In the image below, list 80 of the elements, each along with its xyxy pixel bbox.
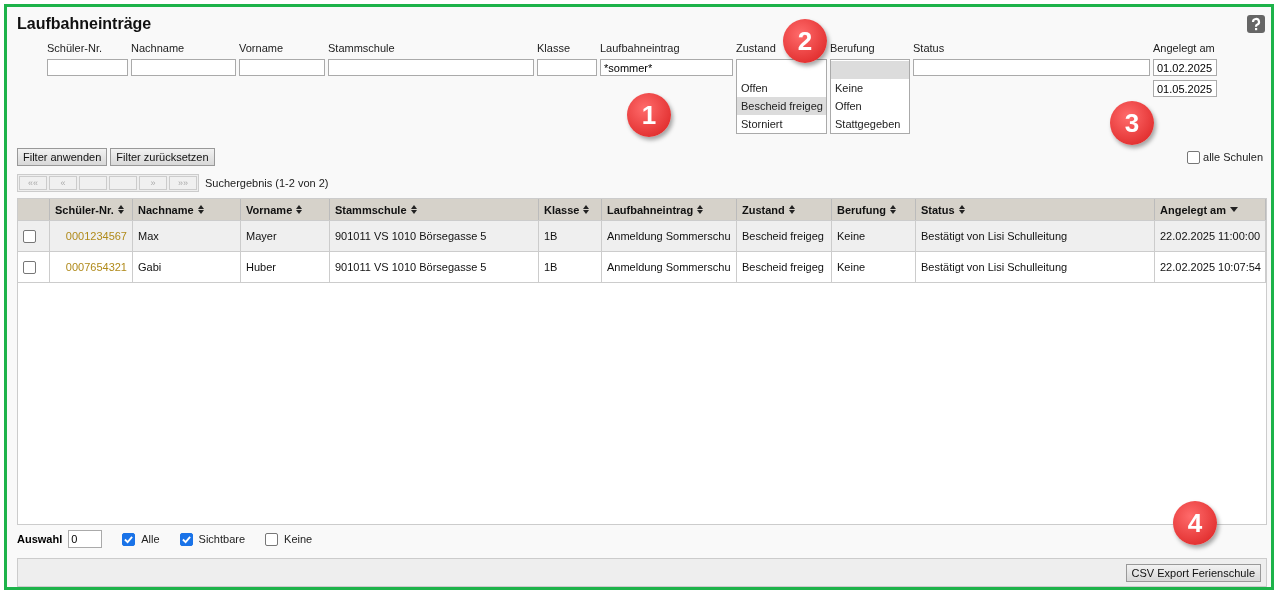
checkbox[interactable] <box>1187 150 1201 164</box>
checkbox-label: Sichtbare <box>198 533 246 546</box>
filter-input[interactable] <box>47 59 128 77</box>
filter-input[interactable] <box>913 59 1150 77</box>
column-header[interactable]: Laufbahneintrag <box>602 199 737 221</box>
table-cell: Mayer <box>241 221 330 252</box>
export-button[interactable]: CSV Export Ferienschule <box>1125 563 1261 582</box>
table-cell: 22.02.2025 10:07:54 <box>1155 252 1266 283</box>
date-input[interactable]: 01.05.2025 <box>1153 80 1217 98</box>
column-header[interactable]: Zustand <box>737 199 832 221</box>
filter-button[interactable]: Filter anwenden <box>17 148 108 167</box>
row-checkbox[interactable] <box>23 260 36 274</box>
checkbox[interactable] <box>122 532 136 546</box>
filter-label: Status <box>913 42 945 56</box>
table-cell: Bescheid freigeg <box>737 252 832 283</box>
table-cell: Anmeldung Sommerschu <box>602 221 737 252</box>
table-row[interactable]: 0001234567 Max Mayer 901011 VS 1010 Börsegasse 5 1B Anmeldung Sommerschu Bescheid freigeg Keine Bestätigt von Lisi Schulleitung 22.02.2025 11:00:00 <box>18 221 1266 253</box>
column-header[interactable]: Vorname <box>241 199 330 221</box>
table-cell: Bescheid freigeg <box>737 221 832 252</box>
annotation-badge: 4 <box>1173 501 1217 545</box>
column-header[interactable]: Schüler-Nr. <box>50 199 133 221</box>
column-header[interactable]: Nachname <box>133 199 241 221</box>
table-cell: Bestätigt von Lisi Schulleitung <box>916 252 1155 283</box>
filter-label: Klasse <box>537 42 571 56</box>
filter-label: Angelegt am <box>1153 42 1215 56</box>
filter-label: Laufbahneintrag <box>600 42 680 56</box>
help-icon[interactable] <box>1247 15 1265 33</box>
list-option[interactable]: Keine <box>831 79 909 98</box>
filter-label: Schüler-Nr. <box>47 42 103 56</box>
table-cell: 901011 VS 1010 Börsegasse 5 <box>330 252 539 283</box>
checkbox-label: Alle <box>141 533 160 546</box>
filter-label: Stammschule <box>328 42 395 56</box>
column-header[interactable]: Stammschule <box>330 199 539 221</box>
filter-label: Vorname <box>239 42 284 56</box>
checkbox[interactable] <box>179 532 193 546</box>
table-cell: Gabi <box>133 252 241 283</box>
table-cell: Max <box>133 221 241 252</box>
list-option[interactable]: Bescheid freigeg <box>737 97 826 116</box>
table-cell: Huber <box>241 252 330 283</box>
table-cell: 22.02.2025 11:00:00 <box>1155 221 1266 252</box>
checkbox-label: Keine <box>284 533 313 546</box>
filter-listbox[interactable]: Offen Bescheid freigeg Storniert <box>736 59 827 135</box>
result-count: Suchergebnis (1-2 von 2) <box>205 177 329 190</box>
selection-label: Auswahl <box>17 533 63 546</box>
filter-input[interactable] <box>131 59 236 77</box>
column-header[interactable]: Angelegt am <box>1155 199 1266 221</box>
filter-listbox[interactable]: Keine Offen Stattgegeben <box>830 59 910 135</box>
page-title: Laufbahneinträge <box>17 14 152 34</box>
selection-count-input[interactable]: 0 <box>68 530 103 549</box>
date-input[interactable]: 01.02.2025 <box>1153 59 1217 77</box>
filter-button[interactable]: Filter zurücksetzen <box>110 148 215 167</box>
table-cell: Bestätigt von Lisi Schulleitung <box>916 221 1155 252</box>
table-cell: 901011 VS 1010 Börsegasse 5 <box>330 221 539 252</box>
table-cell: Keine <box>832 252 916 283</box>
list-option[interactable]: Stattgegeben <box>831 115 909 134</box>
filter-label: Berufung <box>830 42 875 56</box>
filter-input[interactable] <box>537 59 597 77</box>
list-option[interactable]: Storniert <box>737 115 826 134</box>
annotation-badge: 3 <box>1110 101 1154 145</box>
list-option[interactable]: Offen <box>737 79 826 98</box>
table-row[interactable]: 0007654321 Gabi Huber 901011 VS 1010 Börsegasse 5 1B Anmeldung Sommerschu Bescheid freigeg Keine Bestätigt von Lisi Schulleitung 22.02.2025 10:07:54 <box>18 252 1266 284</box>
list-option[interactable]: Offen <box>831 97 909 116</box>
checkbox[interactable] <box>265 532 279 546</box>
filter-input[interactable]: *sommer* <box>600 59 733 77</box>
column-header[interactable]: Berufung <box>832 199 916 221</box>
table-cell: Keine <box>832 221 916 252</box>
filter-input[interactable] <box>328 59 534 77</box>
filter-label: Zustand <box>736 42 776 56</box>
filter-input[interactable] <box>239 59 325 77</box>
table-cell: Anmeldung Sommerschu <box>602 252 737 283</box>
table-cell: 1B <box>539 221 602 252</box>
checkbox-label: alle Schulen <box>1203 151 1263 164</box>
table-cell: 1B <box>539 252 602 283</box>
row-checkbox[interactable] <box>23 229 36 243</box>
column-header[interactable]: Status <box>916 199 1155 221</box>
annotation-badge: 1 <box>627 93 671 137</box>
list-option[interactable] <box>831 61 909 80</box>
annotation-badge: 2 <box>783 19 827 63</box>
column-header[interactable]: Klasse <box>539 199 602 221</box>
filter-label: Nachname <box>131 42 185 56</box>
